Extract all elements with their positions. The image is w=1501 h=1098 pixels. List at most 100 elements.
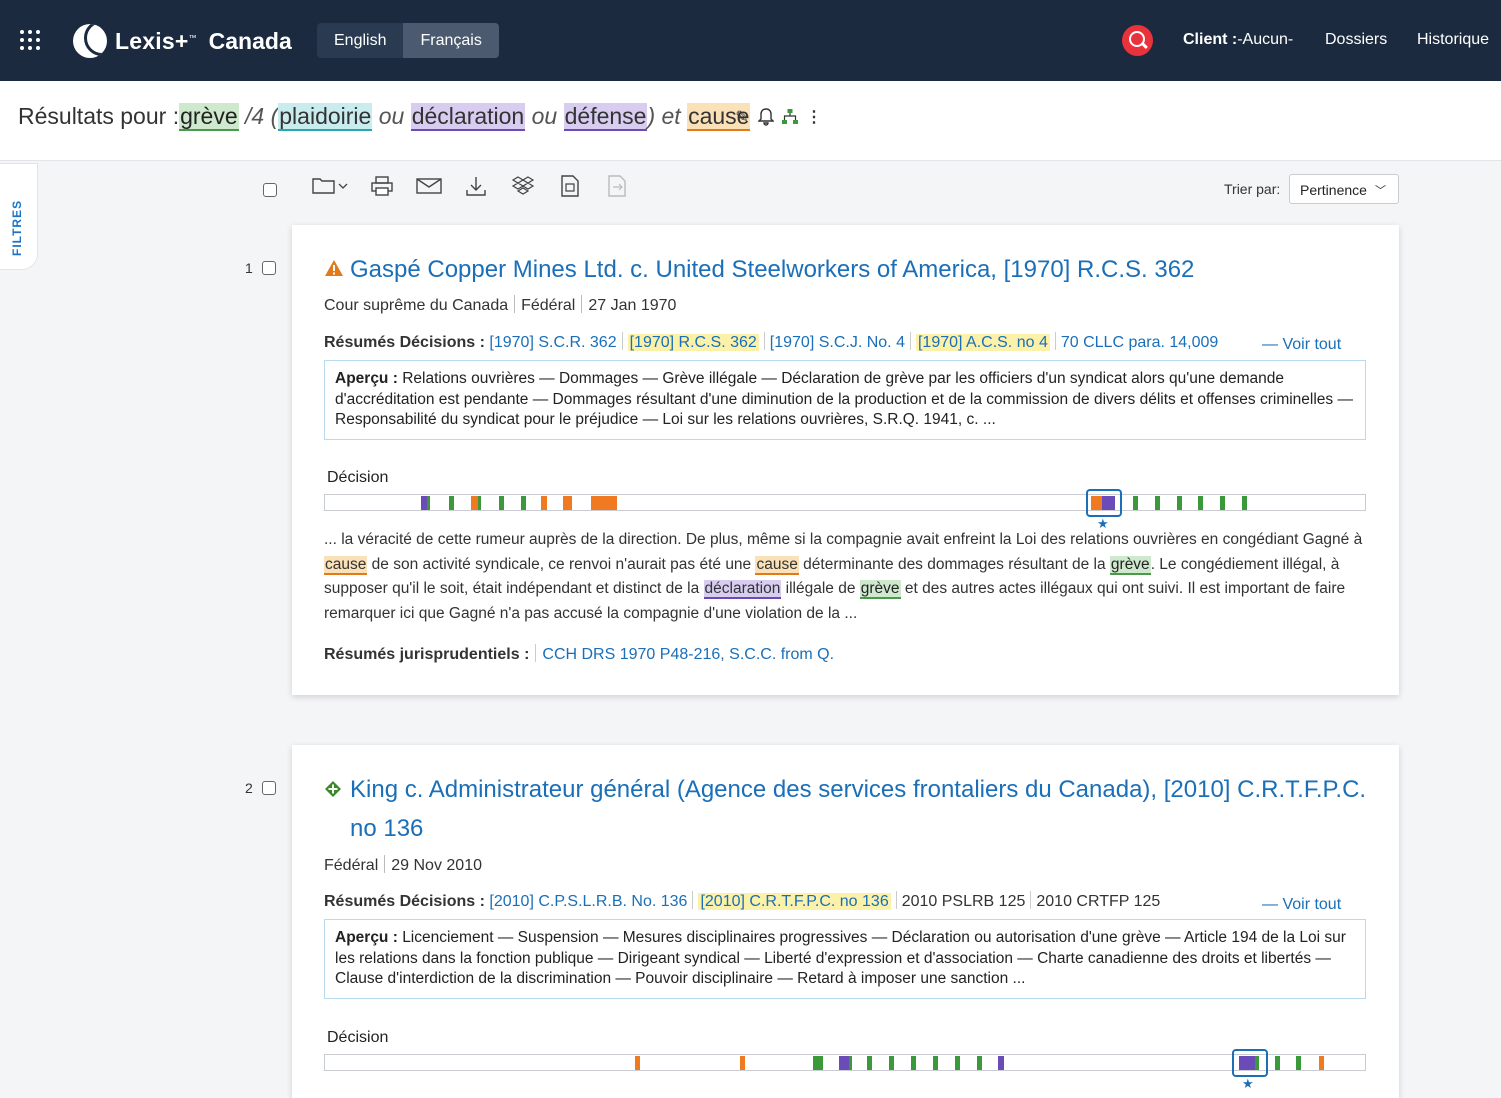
- decision-label: Décision: [327, 1029, 389, 1046]
- voir-tout-link[interactable]: — Voir tout: [1262, 336, 1341, 354]
- email-icon[interactable]: [416, 175, 442, 201]
- citation-link[interactable]: [1970] S.C.R. 362: [489, 334, 616, 351]
- term-hit-marker[interactable]: [1198, 496, 1203, 510]
- dropbox-icon[interactable]: [510, 175, 536, 201]
- term-hit-marker[interactable]: [839, 1056, 849, 1070]
- current-hit-focus[interactable]: [1086, 489, 1122, 517]
- top-navbar: Lexis+™ Canada English Français Client :…: [0, 0, 1501, 81]
- sort-label: Trier par:: [1224, 181, 1281, 197]
- decision-label: Décision: [327, 469, 389, 486]
- citation-link[interactable]: [2010] C.R.T.F.P.C. no 136: [698, 893, 891, 910]
- download-icon[interactable]: [463, 175, 489, 201]
- lang-english-button[interactable]: English: [317, 23, 403, 58]
- lexis-logo[interactable]: Lexis+™ Canada: [73, 22, 292, 60]
- positive-treatment-icon[interactable]: [324, 780, 342, 803]
- result-snippet: ... la véracité de cette rumeur auprès d…: [324, 531, 1363, 622]
- term-hit-marker[interactable]: [541, 496, 547, 510]
- search-icon[interactable]: [1122, 25, 1153, 56]
- result-number: 2: [245, 780, 253, 796]
- print-icon[interactable]: [369, 175, 395, 201]
- result-number: 1: [245, 260, 253, 276]
- citation-link[interactable]: [2010] C.P.S.L.R.B. No. 136: [489, 893, 687, 910]
- result-meta: Cour suprême du Canada Fédéral 27 Jan 1970: [324, 295, 676, 315]
- export-document-icon: [604, 175, 630, 201]
- citations-row: Résumés Décisions : [1970] S.C.R. 362 [19…: [324, 332, 1219, 351]
- voir-tout-link[interactable]: — Voir tout: [1262, 896, 1341, 914]
- result-title-link[interactable]: Gaspé Copper Mines Ltd. c. United Steelw…: [350, 250, 1369, 289]
- term-hit-marker[interactable]: [998, 1056, 1004, 1070]
- term-hit-marker[interactable]: [911, 1056, 916, 1070]
- citations-row: Résumés Décisions : [2010] C.P.S.L.R.B. …: [324, 891, 1161, 910]
- apercu-box: Aperçu : Relations ouvrières — Dommages …: [324, 360, 1366, 440]
- citation-link[interactable]: [1970] S.C.J. No. 4: [770, 334, 905, 351]
- brand-name: Lexis+™: [115, 27, 197, 54]
- search-query: Résultats pour :grève /4 (plaidoirie ou …: [18, 103, 751, 131]
- term-hit-marker[interactable]: [1319, 1056, 1324, 1070]
- current-hit-focus[interactable]: [1232, 1049, 1268, 1077]
- more-options-icon[interactable]: ⋮: [805, 108, 823, 128]
- citation-link[interactable]: 70 CLLC para. 14,009: [1061, 334, 1218, 351]
- term-hit-marker[interactable]: [955, 1056, 960, 1070]
- citation-link[interactable]: [1970] R.C.S. 362: [627, 334, 759, 351]
- term-hit-marker[interactable]: [1242, 496, 1247, 510]
- term-hit-marker[interactable]: [889, 1056, 894, 1070]
- term-hit-marker[interactable]: [1220, 496, 1225, 510]
- term-hit-marker[interactable]: [427, 496, 430, 510]
- term-hit-marker[interactable]: [933, 1056, 938, 1070]
- term-hit-marker[interactable]: [1177, 496, 1182, 510]
- apercu-box: Aperçu : Licenciement — Suspension — Mes…: [324, 919, 1366, 999]
- result-checkbox[interactable]: [262, 261, 276, 275]
- lang-french-button[interactable]: Français: [403, 23, 499, 58]
- term-hit-marker[interactable]: [813, 1056, 823, 1070]
- term-hit-marker[interactable]: [849, 1056, 852, 1070]
- term-hit-marker[interactable]: [867, 1056, 872, 1070]
- term-hit-marker[interactable]: [977, 1056, 982, 1070]
- bell-alert-icon[interactable]: [757, 108, 775, 128]
- term-hit-marker[interactable]: [499, 496, 504, 510]
- term-hit-marker[interactable]: [449, 496, 454, 510]
- query-actions: ✎ ⋮: [733, 108, 823, 128]
- query-header: Résultats pour :grève /4 (plaidoirie ou …: [0, 81, 1501, 161]
- client-selector[interactable]: Client :-Aucun-: [1183, 31, 1293, 49]
- term-hit-marker[interactable]: [1155, 496, 1160, 510]
- nav-dossiers[interactable]: Dossiers: [1325, 31, 1387, 49]
- result-meta: Fédéral 29 Nov 2010: [324, 855, 482, 875]
- term-hit-marker[interactable]: [471, 496, 478, 510]
- result-card: Gaspé Copper Mines Ltd. c. United Steelw…: [292, 225, 1399, 695]
- term-hit-marker[interactable]: [635, 1056, 640, 1070]
- term-distribution-bar[interactable]: [324, 1054, 1366, 1071]
- term-hit-marker[interactable]: [478, 496, 481, 510]
- decision-date: 27 Jan 1970: [588, 297, 677, 314]
- chevron-down-icon: ﹀: [1375, 185, 1386, 197]
- document-view-icon[interactable]: [557, 175, 583, 201]
- brand-country: Canada: [208, 27, 292, 54]
- resume-link[interactable]: CCH DRS 1970 P48-216, S.C.C. from Q.: [542, 646, 834, 663]
- folder-save-icon[interactable]: [310, 175, 350, 201]
- term-hit-marker[interactable]: [1275, 1056, 1280, 1070]
- apps-grid-icon[interactable]: [20, 30, 40, 50]
- sort-dropdown[interactable]: Pertinence ﹀: [1289, 174, 1399, 204]
- warning-triangle-icon[interactable]: [324, 259, 344, 282]
- citation-link[interactable]: [1970] A.C.S. no 4: [915, 334, 1050, 351]
- edit-pencil-icon[interactable]: ✎: [733, 108, 751, 128]
- term-hit-marker[interactable]: [1133, 496, 1138, 510]
- nav-historique[interactable]: Historique: [1417, 31, 1489, 49]
- filters-label: FILTRES: [10, 199, 24, 256]
- result-title-link[interactable]: King c. Administrateur général (Agence d…: [350, 770, 1369, 848]
- term-distribution-bar[interactable]: [324, 494, 1366, 511]
- term-hit-marker[interactable]: [1296, 1056, 1301, 1070]
- term-hit-marker[interactable]: [740, 1056, 745, 1070]
- lexis-logo-icon: [73, 24, 107, 58]
- select-all-checkbox[interactable]: [263, 183, 277, 197]
- hierarchy-icon[interactable]: [781, 108, 799, 128]
- citation-text: 2010 CRTFP 125: [1036, 893, 1161, 910]
- jurisdiction: Fédéral: [324, 857, 379, 874]
- result-card: King c. Administrateur général (Agence d…: [292, 745, 1399, 1098]
- filters-tab[interactable]: FILTRES: [0, 163, 38, 270]
- term-hit-marker[interactable]: [591, 496, 617, 510]
- citation-text: 2010 PSLRB 125: [901, 893, 1026, 910]
- language-toggle: English Français: [317, 23, 499, 58]
- term-hit-marker[interactable]: [563, 496, 572, 510]
- term-hit-marker[interactable]: [521, 496, 526, 510]
- result-checkbox[interactable]: [262, 781, 276, 795]
